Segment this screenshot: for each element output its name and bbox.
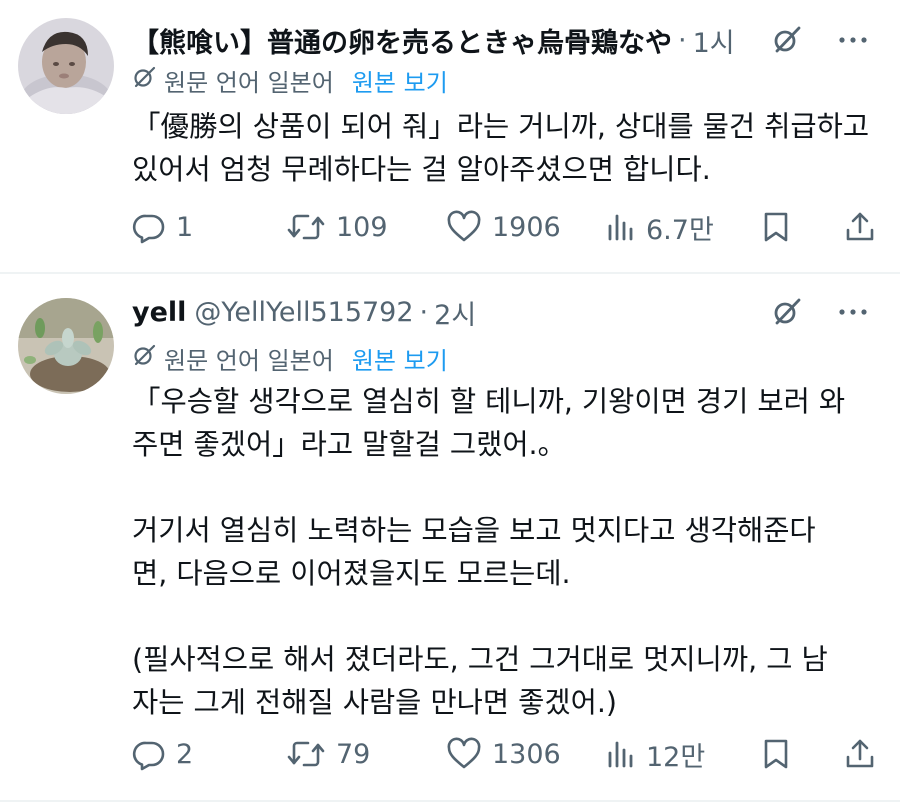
tweet-text-line: (필사적으로 해서 졌더라도, 그건 그거대로 멋지니까, 그 남 [132, 643, 828, 676]
reply-icon [132, 214, 165, 244]
repost-icon [287, 741, 325, 767]
like-count: 1906 [492, 211, 561, 243]
more-icon[interactable] [836, 23, 870, 57]
tweet-header: 【熊喰い】普通の卵を売るときゃ烏骨鶏なや · 1시 [132, 18, 870, 62]
views-button[interactable]: 12만 [606, 732, 705, 776]
tweet-text: 「우승할 생각으로 열심히 할 테니까, 기왕이면 경기 보러 와 주면 좋겠어… [132, 380, 876, 724]
grok-icon[interactable] [770, 295, 804, 329]
source-language-note: 원문 언어 일본어 [164, 68, 334, 97]
tweet[interactable]: yell @YellYell515792 · 2시 원문 언어 일본어 원본 보… [0, 274, 900, 802]
views-icon [608, 214, 633, 241]
views-count: 6.7만 [646, 214, 714, 246]
user-handle[interactable]: @YellYell515792 [194, 297, 413, 328]
like-button[interactable]: 1906 [446, 205, 561, 249]
views-icon [608, 741, 633, 768]
tweet-divider [0, 800, 900, 802]
translation-bar: 원문 언어 일본어 원본 보기 [132, 62, 448, 98]
share-button[interactable] [844, 205, 876, 249]
separator-dot: · [419, 296, 429, 328]
timestamp[interactable]: 1시 [693, 21, 735, 60]
bookmark-icon [764, 739, 788, 769]
views-count: 12만 [646, 741, 706, 773]
tweet-text-line: 「우승할 생각으로 열심히 할 테니까, 기왕이면 경기 보러 와 [132, 385, 846, 418]
reply-button[interactable]: 1 [132, 205, 193, 249]
translate-icon [132, 64, 158, 96]
tweet-text-line: 있어서 엄청 무례하다는 걸 알아주셨으면 합니다. [132, 153, 711, 186]
tweet-text-line: 「優勝의 상품이 되어 줘」라는 거니까, 상대를 물건 취급하고 [132, 110, 870, 143]
tweet-text-line: 자는 그게 전해질 사람을 만나면 좋겠어.) [132, 686, 617, 719]
bookmark-button[interactable] [760, 205, 792, 249]
display-name[interactable]: yell [132, 297, 186, 328]
action-bar: 2 79 1306 12만 [132, 732, 880, 776]
tweet[interactable]: 【熊喰い】普通の卵を売るときゃ烏骨鶏なや · 1시 원문 언어 일본어 원본 보… [0, 0, 900, 272]
timestamp[interactable]: 2시 [434, 293, 476, 332]
like-icon [447, 210, 481, 242]
more-icon[interactable] [836, 295, 870, 329]
share-button[interactable] [844, 732, 876, 776]
like-button[interactable]: 1306 [446, 732, 561, 776]
baby-photo-avatar-icon [18, 18, 114, 114]
tweet-text-line: 거기서 열심히 노력하는 모습을 보고 멋지다고 생각해준다 [132, 514, 816, 547]
share-icon [846, 212, 874, 241]
reply-icon [132, 741, 165, 771]
source-language-note: 원문 언어 일본어 [164, 346, 334, 375]
like-count: 1306 [492, 738, 561, 770]
view-original-link[interactable]: 원본 보기 [352, 63, 448, 98]
repost-count: 109 [336, 211, 388, 243]
avatar[interactable] [18, 298, 114, 394]
tweet-text: 「優勝의 상품이 되어 줘」라는 거니까, 상대를 물건 취급하고 있어서 엄청… [132, 105, 876, 191]
paragraph-break [132, 595, 876, 638]
repost-count: 79 [336, 738, 371, 770]
bookmark-icon [764, 212, 788, 242]
views-button[interactable]: 6.7만 [606, 205, 714, 249]
paragraph-break [132, 466, 876, 509]
view-original-link[interactable]: 원본 보기 [352, 341, 448, 376]
tweet-text-line: 주면 좋겠어」라고 말할걸 그랬어.。 [132, 428, 567, 461]
tweet-header: yell @YellYell515792 · 2시 [132, 290, 870, 334]
separator-dot: · [678, 24, 687, 56]
bookmark-button[interactable] [760, 732, 792, 776]
avatar[interactable] [18, 18, 114, 114]
tweet-text-line: 면, 다음으로 이어졌을지도 모르는데. [132, 557, 571, 590]
reply-count: 1 [176, 211, 194, 243]
display-name[interactable]: 【熊喰い】普通の卵を売るときゃ烏骨鶏なや [132, 21, 672, 60]
succulent-plant-avatar-icon [18, 298, 114, 394]
reply-count: 2 [176, 738, 194, 770]
repost-button[interactable]: 79 [286, 732, 370, 776]
like-icon [447, 737, 481, 769]
share-icon [846, 739, 874, 768]
translate-icon [132, 342, 158, 374]
reply-button[interactable]: 2 [132, 732, 193, 776]
action-bar: 1 109 1906 6.7만 [132, 205, 880, 249]
repost-icon [287, 214, 325, 240]
repost-button[interactable]: 109 [286, 205, 388, 249]
grok-icon[interactable] [770, 23, 804, 57]
translation-bar: 원문 언어 일본어 원본 보기 [132, 340, 448, 376]
